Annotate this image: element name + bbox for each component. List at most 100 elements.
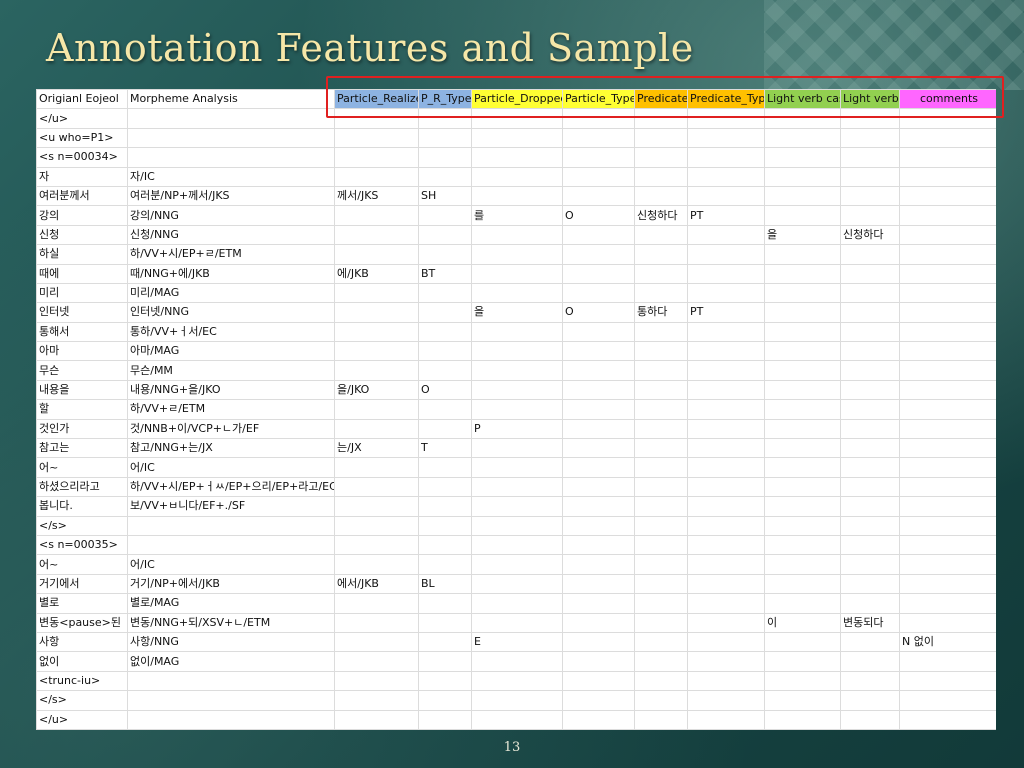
table-cell [334, 341, 419, 362]
table-cell: 참고는 [36, 438, 128, 459]
table-cell [418, 457, 472, 478]
table-cell [764, 438, 841, 459]
table-cell [840, 399, 900, 420]
table-cell: 자/IC [127, 166, 335, 187]
table-cell [127, 534, 335, 556]
table-cell: 때에 [36, 263, 128, 284]
table-cell [562, 282, 635, 304]
table-cell: 아마/MAG [127, 341, 335, 362]
table-cell [687, 379, 765, 401]
table-cell: 때/NNG+에/JKB [127, 263, 335, 284]
table-cell [899, 282, 996, 304]
table-cell [562, 631, 635, 653]
table-cell [562, 244, 635, 265]
table-cell [840, 573, 900, 595]
table-cell: 신청하다 [634, 205, 688, 226]
table-cell [418, 554, 472, 575]
table-cell [899, 244, 996, 265]
table-cell [334, 166, 419, 187]
table-cell [899, 379, 996, 401]
table-cell [764, 631, 841, 653]
table-cell: 없이 [36, 651, 128, 672]
table-cell [418, 476, 472, 498]
table-cell: 통하다 [634, 302, 688, 323]
table-row: 통해서 통하/VV+ㅓ서/EC [36, 321, 996, 343]
table-cell [562, 651, 635, 672]
table-row: 미리 미리/MAG [36, 282, 996, 304]
table-cell [899, 438, 996, 459]
table-cell [127, 147, 335, 168]
table-cell: BL [418, 573, 472, 595]
table-row: 참고는 참고/NNG+는/JX 는/JX T [36, 438, 996, 459]
table-cell [418, 651, 472, 672]
table-cell [562, 399, 635, 420]
table-cell: 하/VV+시/EP+ㅓㅆ/EP+으리/EP+라고/EC [127, 476, 335, 498]
table-cell: 을/JKO [334, 379, 419, 401]
table-cell [764, 651, 841, 672]
table-cell [899, 651, 996, 672]
table-cell [471, 147, 563, 168]
table-cell [764, 496, 841, 517]
table-cell [899, 166, 996, 187]
table-row: 여러분께서 여러분/NP+께서/JKS 께서/JKS SH [36, 185, 996, 207]
table-cell [899, 341, 996, 362]
spreadsheet: Origianl Eojeol Morpheme Analysis Partic… [36, 89, 996, 730]
table-cell [764, 341, 841, 362]
table-cell [634, 690, 688, 711]
table-cell [562, 418, 635, 440]
table-cell [471, 515, 563, 536]
table-cell [471, 573, 563, 595]
table-cell [899, 670, 996, 692]
table-cell [840, 515, 900, 536]
table-cell [634, 147, 688, 168]
table-cell [687, 438, 765, 459]
table-cell [471, 457, 563, 478]
table-cell [634, 399, 688, 420]
table-cell [634, 554, 688, 575]
table-cell [899, 515, 996, 536]
table-row: </s> [36, 690, 996, 711]
table-row: 무슨 무슨/MM [36, 360, 996, 381]
table-cell [687, 127, 765, 149]
table-cell [334, 360, 419, 381]
table-cell [562, 224, 635, 246]
table-cell: 내용을 [36, 379, 128, 401]
table-cell [418, 670, 472, 692]
table-cell [840, 476, 900, 498]
table-cell: 를 [471, 205, 563, 226]
table-cell [334, 690, 419, 711]
table-cell [899, 690, 996, 711]
table-row: 자 자/IC [36, 166, 996, 187]
table-cell [840, 127, 900, 149]
table-cell [899, 418, 996, 440]
table-cell [840, 631, 900, 653]
table-cell [334, 651, 419, 672]
table-cell [764, 205, 841, 226]
table-cell [418, 690, 472, 711]
table-cell: 변동<pause>된 [36, 612, 128, 633]
table-cell [418, 631, 472, 653]
table-cell [840, 244, 900, 265]
table-cell: 강의 [36, 205, 128, 226]
table-cell [471, 282, 563, 304]
table-cell: 신청하다 [840, 224, 900, 246]
table-cell [840, 321, 900, 343]
table-cell: 없이/MAG [127, 651, 335, 672]
table-cell [687, 515, 765, 536]
table-cell: 변동/NNG+되/XSV+ㄴ/ETM [127, 612, 335, 633]
table-cell: 내용/NNG+을/JKO [127, 379, 335, 401]
table-cell [764, 554, 841, 575]
table-cell [334, 147, 419, 168]
table-cell [899, 457, 996, 478]
table-cell [562, 321, 635, 343]
table-cell [471, 593, 563, 614]
table-cell [471, 670, 563, 692]
table-cell [562, 670, 635, 692]
table-cell [840, 263, 900, 284]
table-cell [764, 147, 841, 168]
table-cell [764, 593, 841, 614]
table-cell [634, 224, 688, 246]
table-cell [840, 205, 900, 226]
table-row: 별로 별로/MAG [36, 593, 996, 614]
table-cell [634, 612, 688, 633]
